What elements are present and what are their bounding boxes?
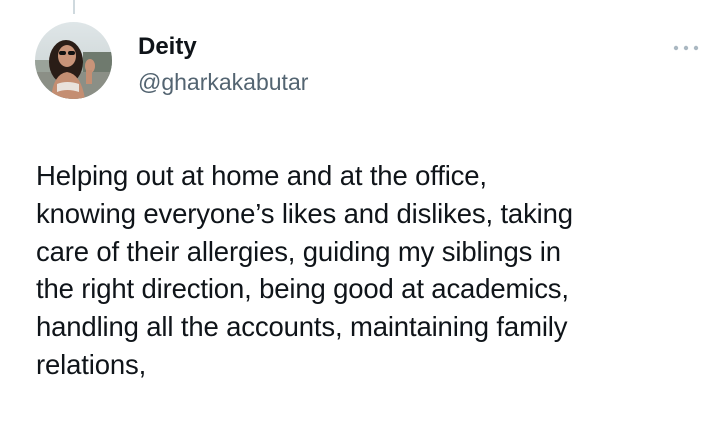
author-display-name[interactable]: Deity [138,32,197,62]
thread-connector-line [73,0,75,14]
author-handle[interactable]: @gharkakabutar [138,67,308,97]
more-options-icon [673,45,699,51]
profile-photo-icon [35,22,112,99]
tweet-text: Helping out at home and at the office, k… [36,160,573,380]
avatar[interactable] [35,22,112,99]
more-options-button[interactable] [668,36,704,60]
